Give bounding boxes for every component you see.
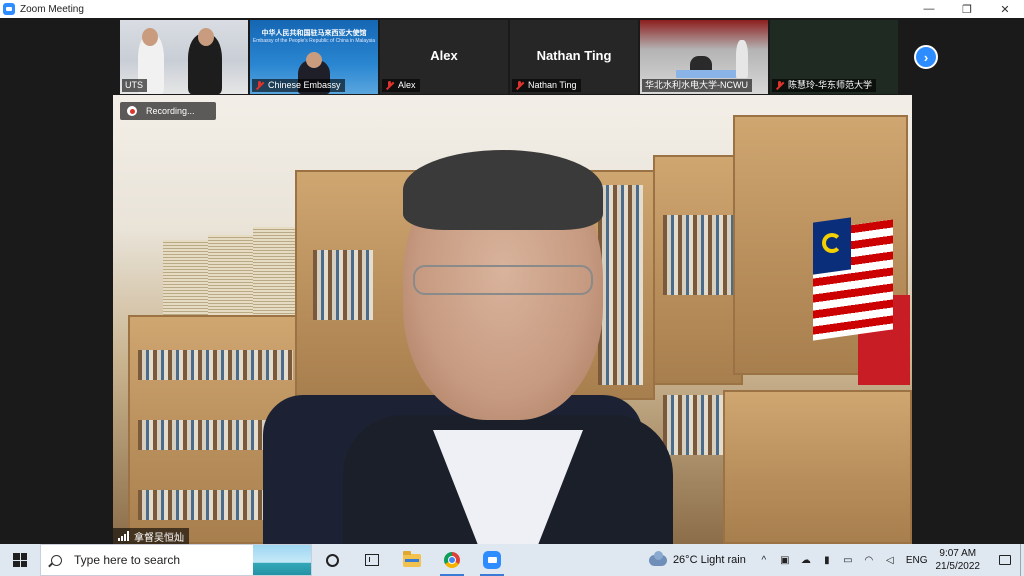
participant-tile-uts[interactable]: UTS bbox=[120, 20, 248, 94]
participant-video-face bbox=[198, 28, 214, 46]
battery-icon[interactable]: ▭ bbox=[840, 544, 856, 576]
system-tray: 26°C Light rain ^ ▣ ☁ ▮ ▭ ◠ ◁ ENG 9:07 A… bbox=[648, 544, 1024, 576]
participant-name-label: Nathan Ting bbox=[512, 79, 581, 92]
active-speaker-video bbox=[113, 95, 912, 544]
next-page-button[interactable]: › bbox=[914, 45, 938, 69]
participant-name-label: 陈慧玲-华东师范大学 bbox=[772, 79, 876, 92]
participant-name-label: Chinese Embassy bbox=[252, 79, 345, 92]
speaker-glasses bbox=[413, 265, 593, 295]
chevron-right-icon: › bbox=[923, 49, 929, 65]
participant-name: Alex bbox=[398, 80, 416, 90]
start-button[interactable] bbox=[0, 544, 40, 576]
notification-icon bbox=[999, 555, 1011, 565]
signal-strength-icon bbox=[118, 531, 130, 541]
search-icon bbox=[51, 554, 62, 566]
microphone-icon[interactable]: ▮ bbox=[819, 544, 835, 576]
taskbar-clock[interactable]: 9:07 AM 21/5/2022 bbox=[936, 547, 981, 573]
speaker-hair bbox=[403, 150, 603, 230]
window-title: Zoom Meeting bbox=[20, 3, 84, 15]
mic-muted-icon bbox=[515, 81, 524, 90]
meet-now-icon[interactable]: ▣ bbox=[777, 544, 793, 576]
video-books bbox=[663, 215, 733, 295]
file-explorer-icon bbox=[403, 550, 421, 567]
wifi-icon[interactable]: ◠ bbox=[861, 544, 877, 576]
active-speaker-name-label: 拿督吴恒灿 bbox=[113, 528, 189, 544]
zoom-taskbar-button[interactable] bbox=[472, 544, 512, 576]
participant-avatar-name: Alex bbox=[430, 48, 458, 63]
input-language[interactable]: ENG bbox=[906, 555, 928, 566]
chrome-icon bbox=[444, 552, 460, 568]
show-desktop-button[interactable] bbox=[1020, 544, 1024, 576]
zoom-app-icon bbox=[3, 3, 15, 15]
participant-name: UTS bbox=[125, 80, 143, 90]
video-paper-stack bbox=[253, 227, 301, 315]
meeting-area: UTS 中华人民共和国驻马来西亚大使馆 Embassy of the Peopl… bbox=[0, 18, 1024, 544]
file-explorer-button[interactable] bbox=[392, 544, 432, 576]
embassy-banner-title: 中华人民共和国驻马来西亚大使馆 bbox=[261, 30, 367, 37]
participant-name: Nathan Ting bbox=[528, 80, 577, 90]
participant-video-face bbox=[142, 28, 158, 46]
clock-date: 21/5/2022 bbox=[935, 561, 981, 572]
action-center-button[interactable] bbox=[990, 544, 1020, 576]
cortana-icon bbox=[325, 553, 339, 567]
active-speaker-name: 拿督吴恒灿 bbox=[134, 532, 184, 544]
participant-video-person bbox=[736, 40, 748, 78]
participant-thumbnail-strip: UTS 中华人民共和国驻马来西亚大使馆 Embassy of the Peopl… bbox=[120, 20, 910, 94]
video-paper-stack bbox=[208, 235, 253, 315]
video-books bbox=[598, 185, 643, 385]
participant-name-label: Alex bbox=[382, 79, 420, 92]
taskbar-search-box[interactable]: Type here to search bbox=[40, 544, 312, 576]
participant-tile-ncwu[interactable]: 华北水利水电大学-NCWU bbox=[640, 20, 768, 94]
participant-video-nameplate bbox=[676, 70, 736, 78]
task-view-icon bbox=[365, 554, 379, 566]
windows-logo-icon bbox=[13, 553, 27, 567]
task-view-button[interactable] bbox=[352, 544, 392, 576]
show-hidden-icons-button[interactable]: ^ bbox=[756, 544, 772, 576]
mic-muted-icon bbox=[255, 81, 264, 90]
video-books bbox=[138, 350, 293, 380]
participant-tile-chen-huiling[interactable]: 陈慧玲-华东师范大学 bbox=[770, 20, 898, 94]
volume-icon[interactable]: ◁ bbox=[882, 544, 898, 576]
mic-muted-icon bbox=[775, 81, 784, 90]
video-desk bbox=[723, 390, 912, 544]
cortana-button[interactable] bbox=[312, 544, 352, 576]
participant-name: 华北水利水电大学-NCWU bbox=[645, 80, 748, 90]
search-placeholder: Type here to search bbox=[74, 553, 181, 567]
clock-time: 9:07 AM bbox=[939, 548, 977, 559]
restore-button[interactable]: ❐ bbox=[948, 0, 986, 18]
participant-tile-chinese-embassy[interactable]: 中华人民共和国驻马来西亚大使馆 Embassy of the People's … bbox=[250, 20, 378, 94]
video-books bbox=[313, 250, 373, 320]
weather-cloud-icon[interactable] bbox=[648, 550, 667, 566]
window-controls: — ❐ ✕ bbox=[910, 0, 1024, 18]
participant-name-label: 华北水利水电大学-NCWU bbox=[642, 79, 752, 92]
participant-tile-alex[interactable]: Alex Alex bbox=[380, 20, 508, 94]
recording-text: Recording... bbox=[146, 106, 195, 116]
recording-dot-icon bbox=[127, 106, 137, 116]
search-highlight-illustration bbox=[253, 545, 311, 575]
recording-indicator[interactable]: Recording... bbox=[120, 102, 216, 120]
zoom-icon bbox=[483, 551, 501, 569]
close-button[interactable]: ✕ bbox=[986, 0, 1024, 18]
mic-muted-icon bbox=[385, 81, 394, 90]
video-paper-stack bbox=[163, 240, 208, 315]
window-titlebar: Zoom Meeting — ❐ ✕ bbox=[0, 0, 1024, 18]
chrome-button[interactable] bbox=[432, 544, 472, 576]
participant-name: 陈慧玲-华东师范大学 bbox=[788, 80, 872, 90]
onedrive-icon[interactable]: ☁ bbox=[798, 544, 814, 576]
participant-avatar-name: Nathan Ting bbox=[536, 48, 612, 63]
participant-tile-nathan-ting[interactable]: Nathan Ting Nathan Ting bbox=[510, 20, 638, 94]
weather-text[interactable]: 26°C Light rain bbox=[673, 554, 746, 566]
minimize-button[interactable]: — bbox=[910, 0, 948, 18]
participant-name: Chinese Embassy bbox=[268, 80, 341, 90]
embassy-banner-subtitle: Embassy of the People's Republic of Chin… bbox=[252, 38, 376, 44]
participant-video-face bbox=[306, 52, 322, 68]
malaysia-flag-crescent bbox=[822, 233, 842, 253]
windows-taskbar: Type here to search 26°C Light rain ^ ▣ … bbox=[0, 544, 1024, 576]
participant-name-label: UTS bbox=[122, 79, 147, 92]
